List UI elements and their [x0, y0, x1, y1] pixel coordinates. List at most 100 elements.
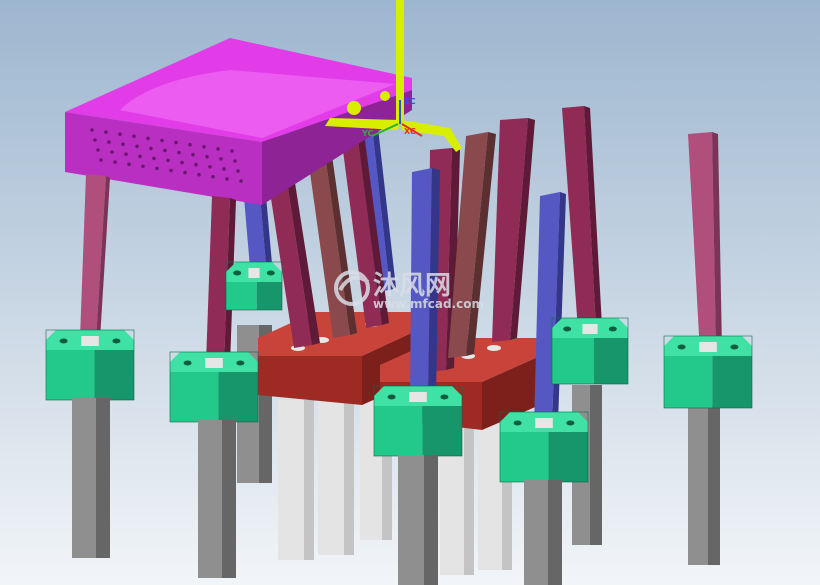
vent-hole: [113, 160, 117, 164]
vent-hole: [191, 152, 195, 157]
vent-hole: [99, 158, 103, 162]
clamp-rod-slot: [699, 342, 717, 352]
clamp-bolt-hole: [677, 344, 686, 350]
support-post-front-right[interactable]: [524, 480, 562, 585]
clamp-block-front-center[interactable]: [373, 385, 463, 457]
clamp-block-back-left[interactable]: [225, 261, 283, 311]
clamp-front-face: [500, 432, 549, 482]
support-post-far-right[interactable]: [688, 405, 720, 565]
vent-hole: [96, 148, 100, 152]
clamp-side-face: [218, 372, 258, 422]
vent-hole: [135, 144, 139, 149]
clamp-bolt-hole: [608, 326, 617, 332]
white-post-side: [344, 400, 354, 555]
clamp-bolt-hole: [59, 338, 68, 344]
clamp-bolt-hole: [233, 270, 242, 276]
clamp-bolt-hole: [183, 360, 192, 366]
vent-hole: [93, 138, 97, 142]
clamp-bolt-hole: [387, 394, 396, 400]
vent-hole: [169, 168, 173, 173]
vent-hole: [239, 179, 243, 183]
vent-hole: [197, 172, 201, 177]
vent-hole: [149, 146, 153, 151]
vent-hole: [177, 150, 181, 155]
clamp-rod-slot: [205, 358, 223, 368]
vent-hole: [188, 142, 192, 147]
clamp-block-front-left[interactable]: [45, 329, 135, 401]
clamp-block-far-right[interactable]: [663, 335, 753, 409]
vent-hole: [104, 130, 108, 134]
vent-hole: [194, 162, 198, 167]
vent-hole: [118, 132, 122, 136]
vent-hole: [180, 160, 184, 165]
clamp-bolt-hole: [566, 420, 575, 426]
support-post-front-center[interactable]: [398, 455, 438, 585]
vent-hole: [183, 170, 187, 175]
white-post: [478, 420, 502, 570]
post-side-face: [708, 405, 720, 565]
post-side-face: [548, 480, 562, 585]
vent-hole: [127, 162, 131, 166]
post-front-face: [688, 405, 708, 565]
clamp-block-right-middle[interactable]: [551, 317, 629, 385]
watermark-url: www.mfcad.com: [373, 297, 484, 311]
triad-ball: [347, 101, 361, 115]
clamp-rod-slot: [81, 336, 99, 346]
vent-hole: [132, 134, 136, 139]
clamp-bolt-hole: [266, 270, 275, 276]
vent-hole: [163, 148, 167, 153]
post-front-face: [524, 480, 548, 585]
vent-hole: [219, 157, 223, 161]
support-post-front-left[interactable]: [72, 398, 110, 558]
clamp-bolt-hole: [440, 394, 449, 400]
clamp-front-face: [664, 356, 713, 408]
vent-hole: [166, 158, 170, 163]
support-post-front-left-center[interactable]: [198, 420, 236, 578]
clamp-bolt-hole: [730, 344, 739, 350]
white-post-side: [464, 420, 474, 575]
white-post: [318, 400, 344, 555]
vent-hole: [160, 138, 164, 143]
cad-scene[interactable]: XC YC ZC 沐风网 www.mfcad.com: [0, 0, 820, 585]
vent-hole: [110, 150, 114, 154]
clamp-side-face: [94, 350, 134, 400]
clamp-front-face: [552, 338, 594, 384]
clamp-bolt-hole: [112, 338, 121, 344]
cad-viewport[interactable]: XC YC ZC 沐风网 www.mfcad.com: [0, 0, 820, 585]
post-side-face: [424, 455, 438, 585]
vent-hole: [152, 156, 156, 161]
clamp-rod-slot: [535, 418, 553, 428]
vent-hole: [90, 128, 94, 132]
vent-hole: [205, 155, 209, 159]
x-axis-label: XC: [404, 127, 416, 136]
post-front-face: [72, 398, 96, 558]
clamp-bolt-hole: [513, 420, 522, 426]
vent-hole: [121, 142, 125, 146]
clamp-side-face: [593, 338, 628, 384]
z-axis-label: ZC: [404, 97, 416, 106]
vent-hole: [174, 140, 178, 145]
vent-hole: [225, 177, 229, 181]
clamp-block-front-right[interactable]: [499, 411, 589, 483]
vent-hole: [107, 140, 111, 144]
vent-hole: [202, 145, 206, 149]
post-front-face: [398, 455, 424, 585]
vent-hole: [138, 154, 142, 159]
triad-ball: [380, 91, 390, 101]
clamp-rod-slot: [582, 324, 598, 334]
vent-hole: [216, 147, 220, 151]
clamp-front-face: [226, 282, 257, 310]
post-side-face: [96, 398, 110, 558]
clamp-bolt-hole: [236, 360, 245, 366]
clamp-front-face: [374, 406, 423, 456]
base-hole: [487, 345, 501, 351]
vent-hole: [236, 169, 240, 173]
clamp-block-left-center[interactable]: [169, 351, 259, 423]
clamp-bolt-hole: [563, 326, 572, 332]
post-side-face: [590, 385, 602, 545]
vent-hole: [124, 152, 128, 156]
y-axis-label: YC: [361, 129, 374, 138]
vent-hole: [230, 149, 234, 153]
clamp-side-face: [422, 406, 462, 456]
clamp-rod-slot: [409, 392, 427, 402]
